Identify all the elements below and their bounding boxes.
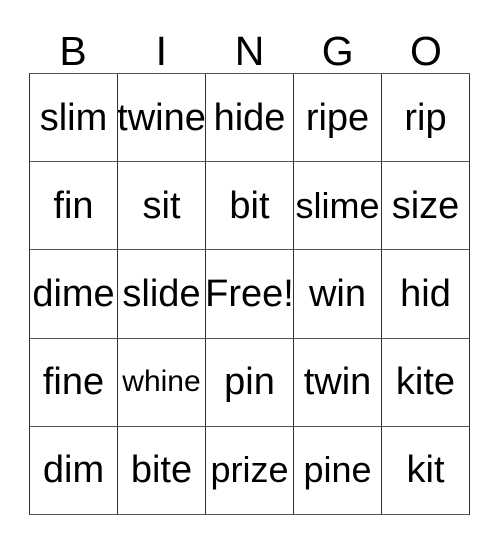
bingo-cell-label: rip [404, 96, 447, 139]
bingo-row: fin sit bit slime size [30, 162, 470, 251]
bingo-header-letter-n: N [234, 28, 265, 74]
bingo-cell-label: fine [42, 361, 105, 404]
bingo-cell[interactable]: pin [206, 338, 294, 427]
bingo-row: dime slide Free! win hid [30, 250, 470, 339]
bingo-cell[interactable]: sit [118, 162, 206, 251]
bingo-cell-free-space[interactable]: Free! [206, 250, 294, 339]
bingo-header-row: B I N G O [29, 22, 470, 73]
bingo-cell[interactable]: rip [382, 74, 470, 163]
bingo-row: fine whine pin twin kite [30, 338, 470, 427]
bingo-free-space-label: Free! [206, 273, 294, 315]
bingo-cell[interactable]: size [382, 162, 470, 251]
bingo-cell-label: hide [213, 96, 286, 139]
bingo-cell[interactable]: twine [118, 74, 206, 163]
bingo-cell[interactable]: whine [118, 338, 206, 427]
bingo-header-letter-g: G [321, 28, 354, 74]
bingo-cell-label: twine [118, 96, 206, 139]
bingo-cell[interactable]: twin [294, 338, 382, 427]
bingo-cell-label: size [391, 184, 460, 227]
bingo-cell[interactable]: prize [206, 426, 294, 516]
bingo-header-letter-o: O [409, 28, 442, 74]
bingo-row: dim bite prize pine kit [30, 426, 470, 516]
bingo-cell-label: ripe [305, 96, 370, 139]
bingo-cell[interactable]: fine [30, 338, 118, 427]
bingo-cell[interactable]: slim [30, 74, 118, 163]
bingo-cell-label: bit [229, 184, 270, 227]
bingo-cell[interactable]: dim [30, 426, 118, 516]
bingo-cell-label: kite [395, 361, 456, 404]
bingo-cell-label: prize [210, 449, 289, 491]
bingo-cell-label: pin [224, 361, 275, 404]
bingo-grid: slim twine hide ripe rip fin sit bit sli… [29, 73, 470, 516]
bingo-cell[interactable]: pine [294, 426, 382, 516]
bingo-cell[interactable]: ripe [294, 74, 382, 163]
bingo-cell-label: whine [122, 365, 201, 399]
bingo-row: slim twine hide ripe rip [30, 74, 470, 163]
bingo-header-letter-i: I [155, 28, 167, 74]
bingo-header-letter-b: B [59, 28, 87, 74]
bingo-cell[interactable]: dime [30, 250, 118, 339]
bingo-cell-label: fin [53, 184, 94, 227]
bingo-cell-label: kit [406, 449, 445, 492]
bingo-cell-label: sit [142, 184, 181, 227]
bingo-cell-label: twin [303, 361, 372, 404]
bingo-cell-label: dim [42, 449, 105, 492]
bingo-cell-label: bite [130, 449, 193, 492]
bingo-cell-label: slim [39, 96, 108, 139]
bingo-cell[interactable]: bite [118, 426, 206, 516]
bingo-cell[interactable]: slime [294, 162, 382, 251]
bingo-cell[interactable]: bit [206, 162, 294, 251]
bingo-cell-label: pine [303, 449, 372, 491]
bingo-cell[interactable]: win [294, 250, 382, 339]
bingo-card: B I N G O slim twine hide ripe rip fin s… [0, 0, 500, 544]
bingo-cell[interactable]: kit [382, 426, 470, 516]
bingo-cell-label: hid [400, 273, 451, 315]
bingo-cell[interactable]: fin [30, 162, 118, 251]
bingo-cell[interactable]: hid [382, 250, 470, 339]
bingo-cell[interactable]: kite [382, 338, 470, 427]
bingo-cell[interactable]: slide [118, 250, 206, 339]
bingo-cell[interactable]: hide [206, 74, 294, 163]
bingo-cell-label: dime [32, 273, 115, 315]
bingo-cell-label: slime [295, 184, 380, 226]
bingo-cell-label: win [308, 273, 367, 315]
bingo-cell-label: slide [122, 273, 201, 315]
